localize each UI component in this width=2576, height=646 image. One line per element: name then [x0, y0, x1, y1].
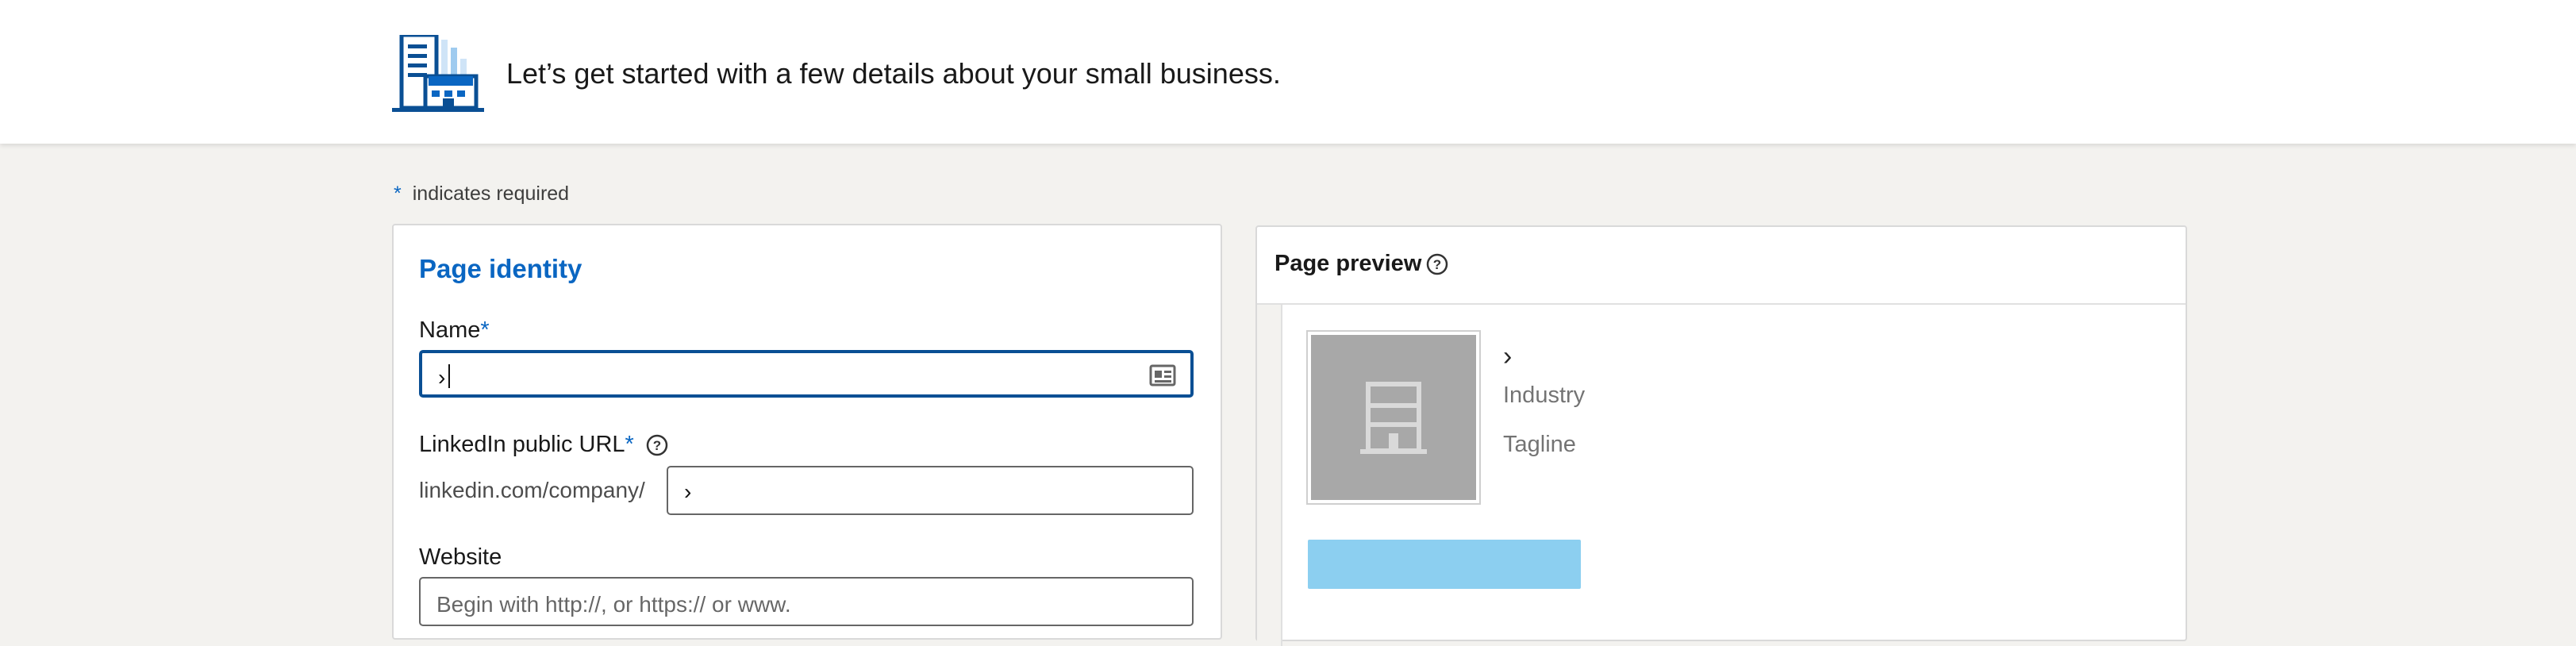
- building-placeholder-icon: [1360, 382, 1427, 454]
- name-input-value: ›: [438, 365, 446, 390]
- preview-title: Page preview: [1275, 251, 1422, 276]
- page-identity-card: Page identity Name* › LinkedIn public UR…: [392, 224, 1222, 640]
- preview-tagline: Tagline: [1503, 432, 1576, 457]
- page-preview-card: Page preview ? › Industry Tagline: [1255, 225, 2187, 646]
- svg-text:?: ?: [653, 438, 661, 453]
- name-input[interactable]: ›: [419, 350, 1194, 398]
- question-circle-icon[interactable]: ?: [645, 433, 669, 457]
- website-label: Website: [419, 544, 502, 570]
- url-input-value: ›: [684, 479, 692, 504]
- section-title: Page identity: [419, 254, 582, 283]
- header-title: Let’s get started with a few details abo…: [506, 57, 1281, 90]
- required-star: *: [394, 183, 402, 205]
- url-label-text: LinkedIn public URL: [419, 432, 625, 457]
- question-circle-icon[interactable]: ?: [1425, 252, 1449, 276]
- preview-industry: Industry: [1503, 383, 1586, 408]
- preview-header: Page preview ?: [1257, 227, 2186, 305]
- name-label: Name*: [419, 317, 490, 344]
- website-placeholder: Begin with http://, or https:// or www.: [436, 592, 791, 617]
- name-label-text: Name: [419, 317, 481, 343]
- url-required-mark: *: [625, 432, 634, 457]
- logo-placeholder: [1306, 330, 1481, 505]
- name-required-mark: *: [480, 317, 490, 343]
- page-header: Let’s get started with a few details abo…: [0, 0, 2576, 144]
- url-prefix: linkedin.com/company/: [419, 478, 645, 502]
- website-input[interactable]: Begin with http://, or https:// or www.: [419, 577, 1194, 626]
- url-input[interactable]: ›: [667, 466, 1194, 515]
- contact-card-icon[interactable]: [1149, 364, 1176, 386]
- preview-name-chevron: ›: [1503, 341, 1513, 371]
- required-note-text: indicates required: [412, 183, 570, 205]
- preview-follow-button: [1308, 540, 1581, 589]
- required-note: * indicates required: [394, 183, 569, 206]
- building-icon: [392, 35, 484, 112]
- preview-side-strip: [1257, 305, 1282, 646]
- url-label: LinkedIn public URL* ?: [419, 432, 669, 458]
- text-caret: [448, 364, 450, 388]
- svg-text:?: ?: [1433, 257, 1441, 272]
